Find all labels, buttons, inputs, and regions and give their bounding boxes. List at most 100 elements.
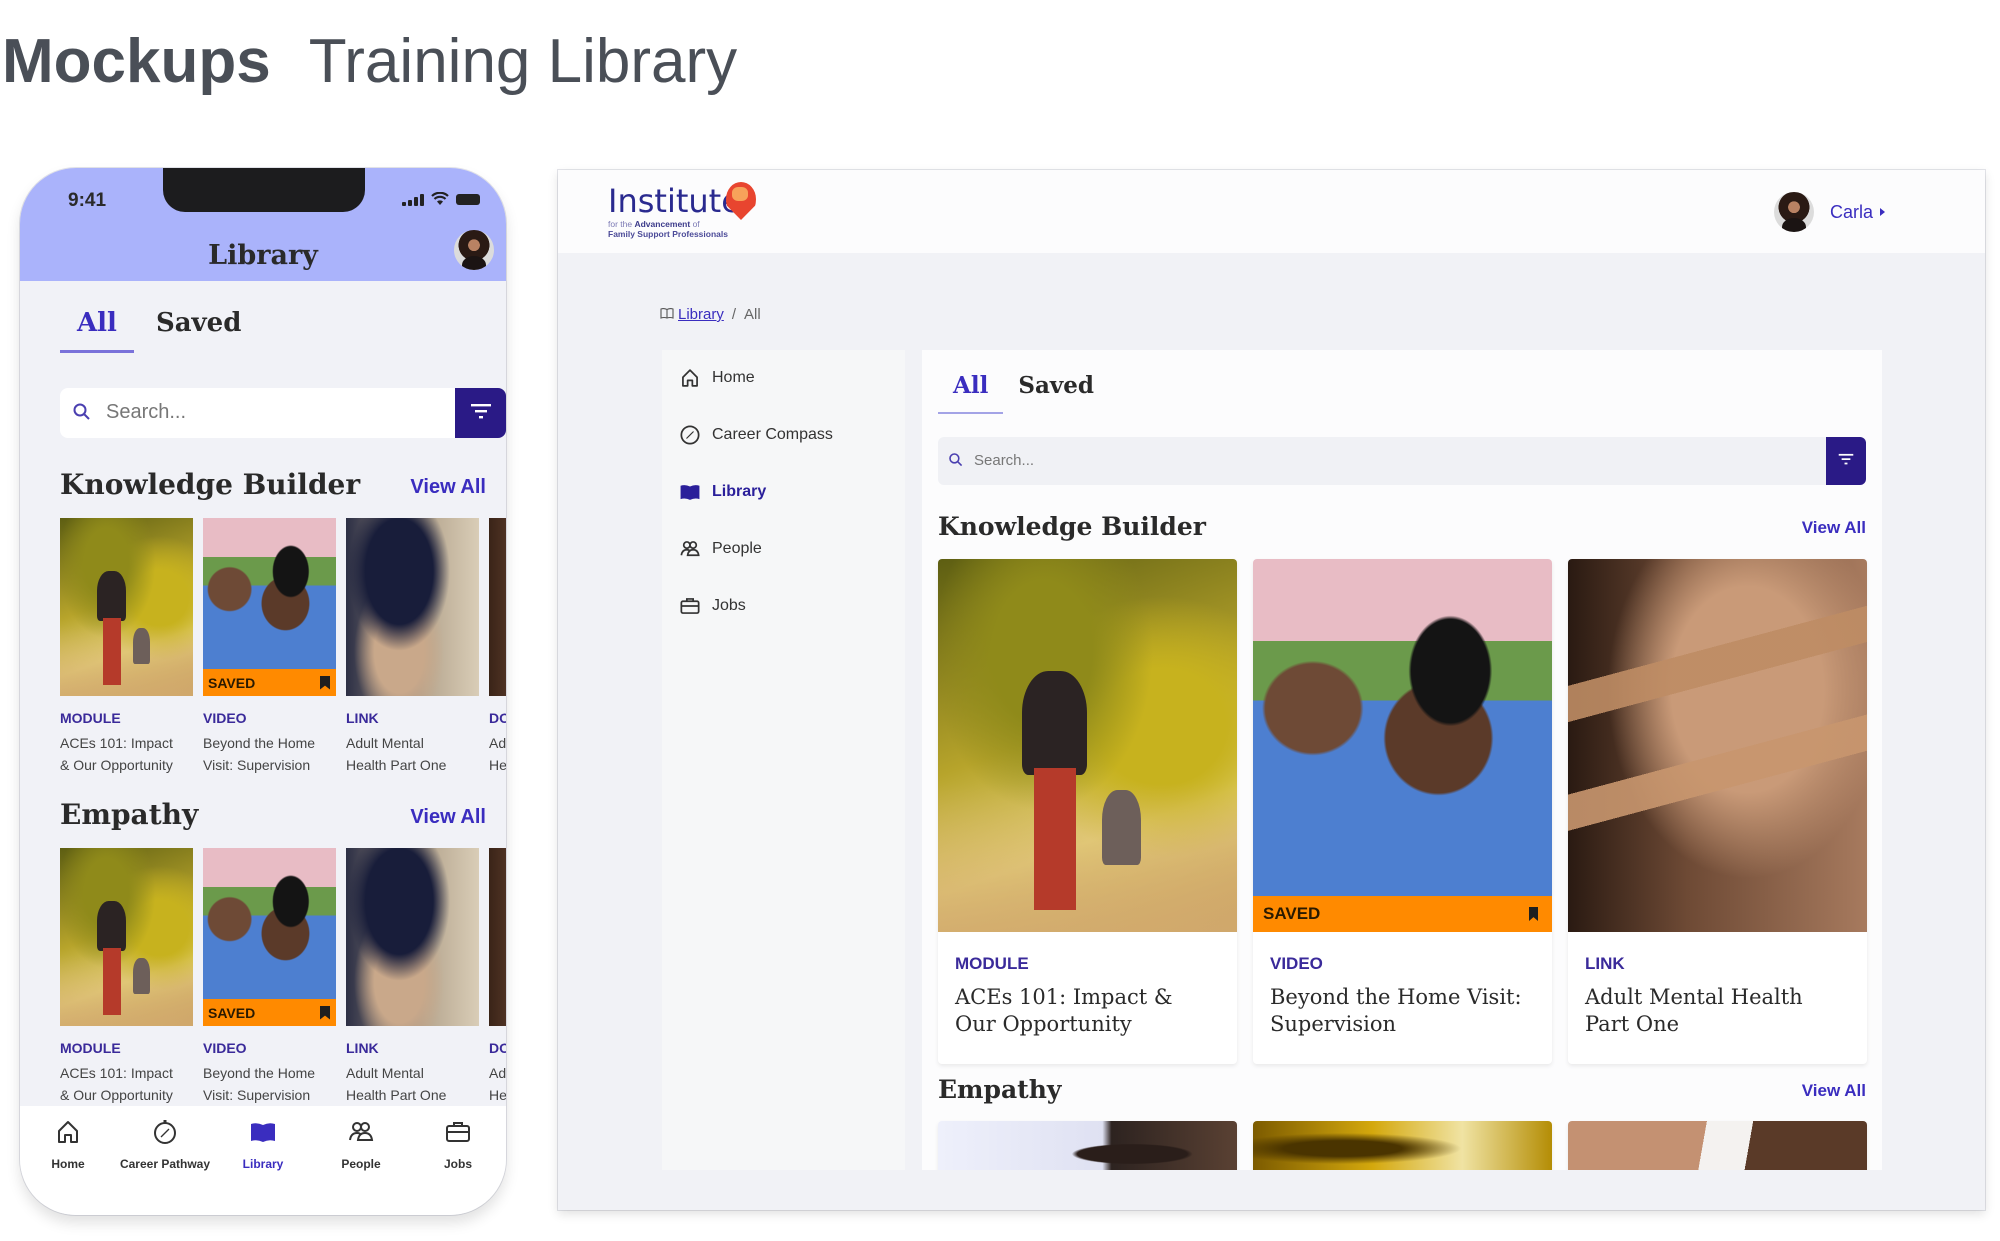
card-image — [489, 848, 506, 1026]
filter-icon — [470, 403, 492, 424]
sidebar-item-career-compass[interactable]: Career Compass — [678, 423, 833, 447]
card-type: LINK — [346, 710, 379, 726]
bookmark-icon[interactable] — [1529, 907, 1538, 921]
card-type: VIDEO — [203, 1040, 247, 1056]
card-image — [938, 1121, 1237, 1170]
home-icon — [54, 1118, 82, 1151]
card-type: VIDEO — [203, 710, 247, 726]
nav-career-pathway[interactable]: Career Pathway — [110, 1118, 220, 1171]
card-title: Beyond the Home Visit: Supervision — [203, 735, 316, 773]
status-time: 9:41 — [68, 190, 107, 211]
card-title: Adult Mental Health Part One — [1585, 985, 1803, 1036]
book-icon — [678, 480, 702, 504]
sidebar: Home Career Compass Library People Jobs — [662, 350, 905, 1170]
card-type: DOW — [489, 710, 506, 726]
sidebar-item-people[interactable]: People — [678, 537, 762, 561]
breadcrumb-library-link[interactable]: Library — [678, 306, 724, 323]
user-menu[interactable]: Carla — [1773, 192, 1885, 232]
tab-all[interactable]: All — [938, 372, 1004, 414]
main-panel: All Saved Search... Knowledge Builder Vi… — [922, 350, 1882, 1170]
card-type: LINK — [346, 1040, 379, 1056]
resource-card[interactable]: LINK Adult Mental Health Part One — [346, 848, 479, 1106]
resource-card[interactable]: SAVED VIDEO Beyond the Home Visit: Super… — [1253, 559, 1552, 1064]
resource-card[interactable]: DOW AdultHealt — [489, 848, 506, 1106]
card-image — [1568, 1121, 1867, 1170]
resource-card[interactable] — [1568, 1121, 1867, 1170]
nav-library[interactable]: Library — [208, 1118, 318, 1171]
card-type: MODULE — [955, 954, 1029, 973]
card-image: SAVED — [203, 518, 336, 696]
phone-header-title: Library — [208, 240, 318, 271]
resource-card[interactable]: DOW AdultHealt — [489, 518, 506, 776]
page-title: Mockups Training Library — [2, 26, 737, 97]
sidebar-item-jobs[interactable]: Jobs — [678, 594, 746, 618]
card-type: MODULE — [60, 1040, 121, 1056]
saved-badge: SAVED — [1253, 896, 1552, 932]
institute-logo[interactable]: Institute for the Advancement of Family … — [608, 182, 756, 239]
resource-card[interactable]: LINK Adult Mental Health Part One — [346, 518, 479, 776]
battery-icon — [456, 194, 480, 205]
people-icon — [347, 1118, 375, 1151]
compass-icon — [151, 1118, 179, 1151]
search-input[interactable]: Search... — [938, 437, 1826, 485]
search-icon — [72, 402, 92, 427]
view-all-link[interactable]: View All — [410, 806, 486, 829]
compass-icon — [678, 423, 702, 447]
view-all-link[interactable]: View All — [410, 476, 486, 499]
bookmark-icon[interactable] — [320, 1005, 330, 1020]
sidebar-item-library[interactable]: Library — [678, 480, 766, 504]
resource-card[interactable]: MODULE ACEs 101: Impact & Our Opportunity — [60, 518, 193, 776]
tab-saved[interactable]: Saved — [1003, 372, 1109, 414]
nav-jobs[interactable]: Jobs — [403, 1118, 506, 1171]
resource-card[interactable]: SAVED VIDEO Beyond the Home Visit: Superv… — [203, 518, 336, 776]
avatar — [1773, 192, 1814, 232]
view-all-link[interactable]: View All — [1802, 1081, 1866, 1101]
home-icon — [678, 366, 702, 390]
briefcase-icon — [678, 594, 702, 618]
book-icon — [249, 1118, 277, 1151]
search-input[interactable]: Search... — [60, 388, 458, 438]
card-type: DOW — [489, 1040, 506, 1056]
saved-badge: SAVED — [203, 669, 336, 696]
phone-header: 9:41 Library — [20, 168, 506, 281]
resource-card[interactable]: SAVED VIDEO Beyond the Home Visit: Superv… — [203, 848, 336, 1106]
card-image — [1253, 1121, 1552, 1170]
card-title: Adult Mental Health Part One — [346, 735, 447, 773]
nav-people[interactable]: People — [306, 1118, 416, 1171]
tab-all[interactable]: All — [60, 308, 134, 353]
resource-card[interactable] — [1253, 1121, 1552, 1170]
card-title: AdultHealt — [489, 1065, 506, 1103]
resource-card[interactable]: MODULE ACEs 101: Impact & Our Opportunity — [60, 848, 193, 1106]
filter-button[interactable] — [455, 388, 506, 438]
breadcrumb-current: All — [744, 306, 761, 323]
page-title-sub: Training Library — [308, 27, 738, 96]
user-name: Carla — [1829, 201, 1873, 222]
phone-mockup: 9:41 Library All Saved Search... Knowled… — [20, 168, 506, 1215]
phone-search: Search... — [60, 388, 506, 438]
view-all-link[interactable]: View All — [1802, 518, 1866, 538]
briefcase-icon — [444, 1118, 472, 1151]
sidebar-item-home[interactable]: Home — [678, 366, 755, 390]
resource-card[interactable] — [938, 1121, 1237, 1170]
nav-home[interactable]: Home — [20, 1118, 123, 1171]
card-image — [60, 848, 193, 1026]
breadcrumb-separator: / — [731, 306, 737, 323]
search-placeholder: Search... — [974, 452, 1035, 469]
desktop-search: Search... — [938, 437, 1866, 485]
card-image — [938, 559, 1237, 932]
card-title: Adult Mental Health Part One — [346, 1065, 447, 1103]
resource-card[interactable]: LINK Adult Mental Health Part One — [1568, 559, 1867, 1064]
bookmark-icon[interactable] — [320, 675, 330, 690]
card-type: LINK — [1585, 954, 1625, 973]
resource-card[interactable]: MODULE ACEs 101: Impact & Our Opportunit… — [938, 559, 1237, 1064]
phone-tabs: All Saved — [60, 308, 258, 353]
card-title: ACEs 101: Impact & Our Opportunity — [60, 735, 173, 773]
search-icon — [948, 452, 964, 473]
search-placeholder: Search... — [106, 401, 187, 423]
card-type: VIDEO — [1270, 954, 1323, 973]
filter-button[interactable] — [1826, 437, 1866, 485]
section-title-empathy: Empathy — [938, 1075, 1062, 1104]
card-title: ACEs 101: Impact & Our Opportunity — [60, 1065, 173, 1103]
tab-saved[interactable]: Saved — [139, 308, 258, 353]
avatar[interactable] — [454, 230, 494, 270]
